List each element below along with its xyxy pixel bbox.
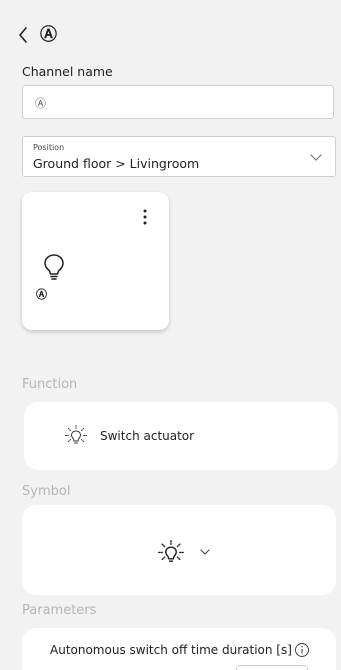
lightbulb-rays-icon <box>158 540 184 562</box>
position-label: Position <box>33 143 65 152</box>
function-select[interactable]: Switch actuator <box>24 402 338 470</box>
channel-tile[interactable]: Ⓐ <box>22 192 169 330</box>
channel-name-value: Ⓐ <box>35 97 46 110</box>
chevron-down-icon <box>200 549 210 555</box>
symbol-section-label: Symbol <box>22 484 71 499</box>
symbol-select[interactable] <box>22 505 336 595</box>
back-button[interactable] <box>14 24 32 46</box>
more-vertical-icon[interactable] <box>140 208 150 226</box>
channel-name-input[interactable]: Ⓐ <box>22 85 334 119</box>
parameter-value-input[interactable] <box>236 665 308 670</box>
info-icon[interactable] <box>294 642 310 658</box>
function-value: Switch actuator <box>100 429 195 443</box>
tile-label: Ⓐ <box>36 288 47 301</box>
page-title: Ⓐ <box>40 25 57 45</box>
channel-name-label: Channel name <box>22 64 113 79</box>
lightbulb-rays-icon <box>65 425 87 444</box>
parameter-item: Autonomous switch off time duration [s] <box>22 628 336 670</box>
function-section-label: Function <box>22 377 78 392</box>
chevron-left-icon <box>19 27 27 43</box>
position-select[interactable]: Position Ground floor > Livingroom <box>22 136 336 177</box>
parameters-section-label: Parameters <box>22 603 97 618</box>
lightbulb-icon <box>44 254 64 280</box>
parameter-label: Autonomous switch off time duration [s] <box>50 643 292 657</box>
chevron-down-icon <box>310 154 322 161</box>
position-value: Ground floor > Livingroom <box>33 156 200 171</box>
